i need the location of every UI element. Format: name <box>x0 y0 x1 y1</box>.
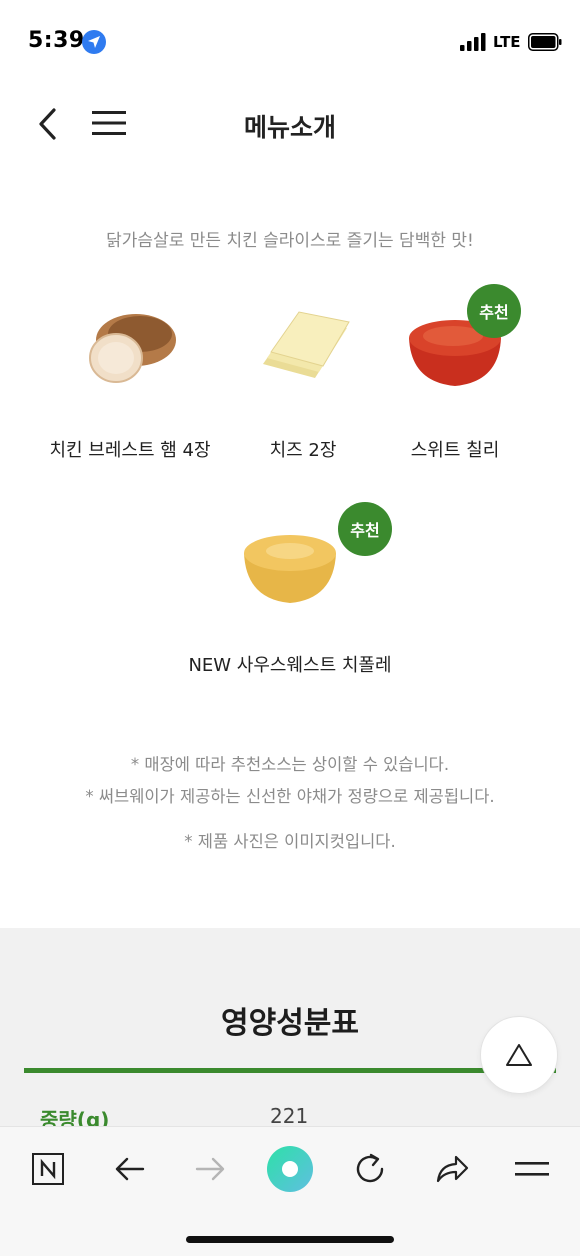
naver-home-icon[interactable] <box>26 1147 70 1191</box>
signal-icon <box>460 33 486 51</box>
ingredient-label: NEW 사우스웨스트 치폴레 <box>188 655 392 676</box>
browser-menu-icon[interactable] <box>510 1147 554 1191</box>
note-recommend-sauce: * 매장에 따라 추천소스는 상이할 수 있습니다. <box>130 755 450 774</box>
chicken-ham-icon <box>70 300 190 400</box>
status-time: 5:39 <box>28 28 85 53</box>
battery-icon <box>528 33 562 51</box>
ingredient-item: 스위트 칠리 <box>360 300 550 462</box>
nutrition-row-value: 221 <box>270 1104 309 1128</box>
ingredient-label: 치킨 브레스트 햄 4장 <box>49 440 211 461</box>
scroll-to-top-button[interactable] <box>480 1016 558 1094</box>
page-title: 메뉴소개 <box>243 113 336 142</box>
recommend-badge: 추천 <box>467 284 521 338</box>
nutrition-divider <box>24 1068 556 1073</box>
chipotle-sauce-icon <box>230 515 350 615</box>
share-icon[interactable] <box>430 1147 474 1191</box>
home-indicator <box>186 1236 394 1243</box>
ingredient-label: 스위트 칠리 <box>410 440 500 461</box>
network-label: LTE <box>493 33 521 51</box>
triangle-up-icon <box>506 1044 532 1066</box>
ingredient-item: 치킨 브레스트 햄 4장 <box>35 300 225 462</box>
forward-arrow-icon[interactable] <box>188 1147 232 1191</box>
ingredient-item: NEW 사우스웨스트 치폴레 <box>140 515 440 677</box>
recommend-badge: 추천 <box>338 502 392 556</box>
location-arrow-icon <box>82 30 106 54</box>
back-arrow-icon[interactable] <box>108 1147 152 1191</box>
refresh-icon[interactable] <box>348 1147 392 1191</box>
green-dot-button-icon[interactable] <box>264 1143 316 1195</box>
status-bar: 5:39 LTE <box>0 0 580 86</box>
note-image-cut: * 제품 사진은 이미지컷입니다. <box>184 832 396 851</box>
note-vegetables: * 써브웨이가 제공하는 신선한 야채가 정량으로 제공됩니다. <box>85 787 495 806</box>
menu-description: 닭가슴살로 만든 치킨 슬라이스로 즐기는 담백한 맛! <box>106 231 474 251</box>
cheese-icon <box>243 300 363 400</box>
header: 메뉴소개 <box>0 86 580 170</box>
